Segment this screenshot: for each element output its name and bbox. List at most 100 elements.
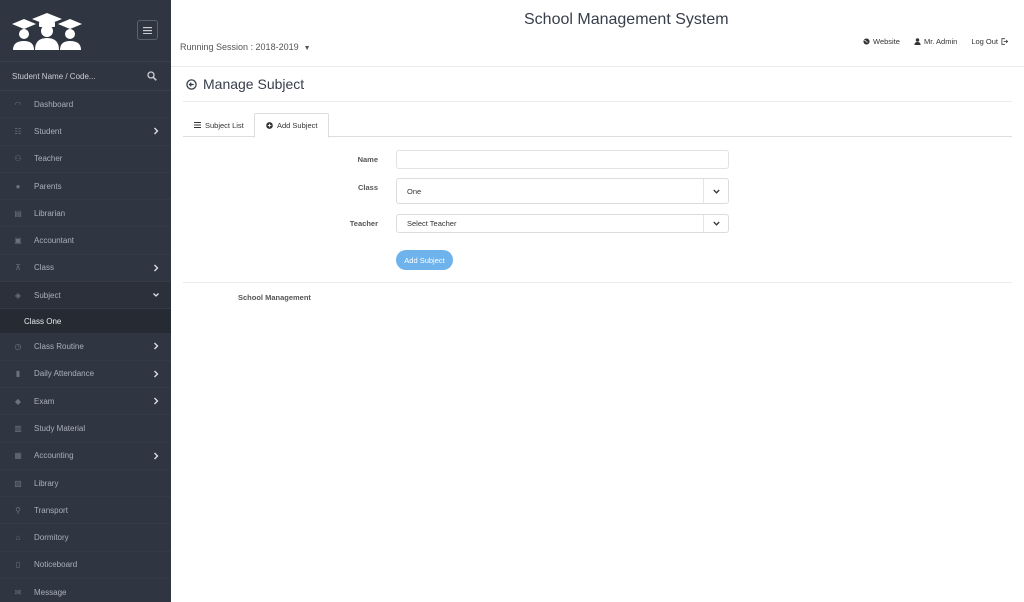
student-search[interactable]: Student Name / Code... xyxy=(0,61,171,91)
name-input[interactable] xyxy=(396,150,729,169)
chevron-right-icon xyxy=(154,397,159,405)
tab-add-subject[interactable]: Add Subject xyxy=(254,113,330,138)
chevron-right-icon xyxy=(154,127,159,135)
logout-icon xyxy=(1001,38,1008,45)
suitcase-icon: ▦ xyxy=(14,451,22,461)
sidebar-item-label: Noticeboard xyxy=(34,560,78,570)
sidebar-item-study-material[interactable]: ▥ Study Material xyxy=(0,415,171,443)
sidebar-item-dormitory[interactable]: ⌂ Dormitory xyxy=(0,524,171,552)
home-icon: ⌂ xyxy=(15,533,21,543)
users-icon: ☷ xyxy=(14,126,22,136)
sidebar-item-accountant[interactable]: ▣ Accountant xyxy=(0,227,171,255)
sidebar-item-label: Message xyxy=(34,587,67,597)
open-book-icon: ▥ xyxy=(14,423,22,433)
chevron-down-icon xyxy=(153,293,159,297)
sidebar-item-parents[interactable]: ● Parents xyxy=(0,173,171,201)
logout-link[interactable]: Log Out xyxy=(971,37,1008,46)
book-icon: ▤ xyxy=(14,208,22,218)
sidebar-menu: ◠ Dashboard ☷ Student ⚇ Teacher ● Parents ▤ Libra… xyxy=(0,91,171,602)
briefcase-icon: ▣ xyxy=(14,236,22,246)
sidebar-item-librarian[interactable]: ▤ Librarian xyxy=(0,200,171,228)
teacher-select-value: Select Teacher xyxy=(407,219,457,228)
sidebar-item-accounting[interactable]: ▦ Accounting xyxy=(0,443,171,470)
graduation-cap-icon: ◆ xyxy=(14,396,22,406)
chevron-right-icon xyxy=(154,342,159,350)
student-search-input[interactable]: Student Name / Code... xyxy=(12,72,96,81)
session-label: Running Session : 2018-2019 xyxy=(180,42,299,52)
teacher-select[interactable]: Select Teacher xyxy=(396,214,729,233)
sidebar-item-student[interactable]: ☷ Student xyxy=(0,118,171,146)
chevron-right-icon xyxy=(154,452,159,460)
sidebar-item-label: Teacher xyxy=(34,154,63,164)
footer-text: School Management xyxy=(238,293,311,302)
app-title: School Management System xyxy=(524,11,729,28)
add-subject-button[interactable]: Add Subject xyxy=(396,250,453,270)
session-selector[interactable]: Running Session : 2018-2019 ▼ xyxy=(180,42,311,52)
sidebar-item-label: Study Material xyxy=(34,423,86,433)
sidebar-item-transport[interactable]: ⚲ Transport xyxy=(0,497,171,525)
website-link[interactable]: Website xyxy=(863,37,900,46)
sidebar-item-label: Exam xyxy=(34,396,55,406)
search-icon[interactable] xyxy=(147,71,157,81)
books-icon: ▧ xyxy=(14,478,22,488)
sidebar: Student Name / Code... ◠ Dashboard ☷ Studen… xyxy=(0,0,171,602)
sidebar-item-noticeboard[interactable]: ▯ Noticeboard xyxy=(0,552,171,580)
tab-add-subject-label: Add Subject xyxy=(277,121,318,130)
list-icon xyxy=(194,122,201,128)
sidebar-item-label: Library xyxy=(34,478,59,488)
top-header: School Management System Running Session… xyxy=(171,0,1024,67)
clipboard-icon: ▯ xyxy=(15,560,21,570)
sidebar-item-label: Dormitory xyxy=(34,533,69,543)
user-group-icon: ⚇ xyxy=(14,154,22,164)
plus-circle-icon xyxy=(266,122,273,129)
sidebar-item-label: Class Routine xyxy=(34,342,84,352)
sidebar-item-exam[interactable]: ◆ Exam xyxy=(0,388,171,416)
sidebar-item-label: Subject xyxy=(34,290,61,300)
admin-label: Mr. Admin xyxy=(923,37,958,46)
user-icon: ● xyxy=(15,181,21,191)
class-label: Class xyxy=(357,183,378,192)
divider xyxy=(183,282,1012,283)
sidebar-item-label: Transport xyxy=(34,505,68,515)
sidebar-item-label: Dashboard xyxy=(34,99,74,109)
sidebar-item-daily-attendance[interactable]: ▮ Daily Attendance xyxy=(0,361,171,388)
divider xyxy=(183,101,1012,102)
globe-icon xyxy=(863,38,870,45)
sidebar-item-label: Daily Attendance xyxy=(34,369,95,379)
chevron-right-icon xyxy=(154,370,159,378)
sidebar-item-class-routine[interactable]: ◷ Class Routine xyxy=(0,333,171,361)
name-label: Name xyxy=(357,155,378,164)
page-title-text: Manage Subject xyxy=(203,76,305,92)
sidebar-item-class[interactable]: ⊼ Class xyxy=(0,255,171,283)
class-select-value: One xyxy=(407,186,422,196)
gauge-icon: ◠ xyxy=(14,99,22,109)
envelope-icon: ✉ xyxy=(14,587,22,597)
sidebar-item-dashboard[interactable]: ◠ Dashboard xyxy=(0,91,171,119)
bookmark-icon: ◈ xyxy=(14,290,22,300)
logout-label: Log Out xyxy=(971,37,998,46)
school-logo-icon[interactable] xyxy=(10,12,84,50)
sidebar-header xyxy=(0,0,171,60)
sidebar-item-library[interactable]: ▧ Library xyxy=(0,470,171,498)
sidebar-item-label: Librarian xyxy=(34,208,66,218)
menu-toggle-button[interactable] xyxy=(137,20,158,40)
sidebar-item-label: Parents xyxy=(34,181,62,191)
sidebar-item-subject[interactable]: ◈ Subject xyxy=(0,282,171,310)
bar-chart-icon: ▮ xyxy=(15,369,21,379)
website-label: Website xyxy=(873,37,900,46)
sidebar-item-teacher[interactable]: ⚇ Teacher xyxy=(0,146,171,173)
admin-link[interactable]: Mr. Admin xyxy=(914,37,957,46)
teacher-label: Teacher xyxy=(349,219,378,228)
sidebar-item-label: Accounting xyxy=(34,451,74,461)
sidebar-subitem-class-one[interactable]: Class One xyxy=(0,309,171,334)
sidebar-item-message[interactable]: ✉ Message xyxy=(0,579,171,602)
sidebar-item-label: Accountant xyxy=(34,236,75,246)
sidebar-item-label: Student xyxy=(34,126,62,136)
location-icon: ⚲ xyxy=(15,505,21,515)
tab-bar: Subject List Add Subject xyxy=(183,113,1012,138)
clock-icon: ◷ xyxy=(14,342,22,352)
arrow-circle-icon xyxy=(186,78,197,90)
tab-subject-list[interactable]: Subject List xyxy=(183,113,255,137)
class-select[interactable]: One xyxy=(396,178,729,204)
chevron-down-icon xyxy=(703,215,728,232)
